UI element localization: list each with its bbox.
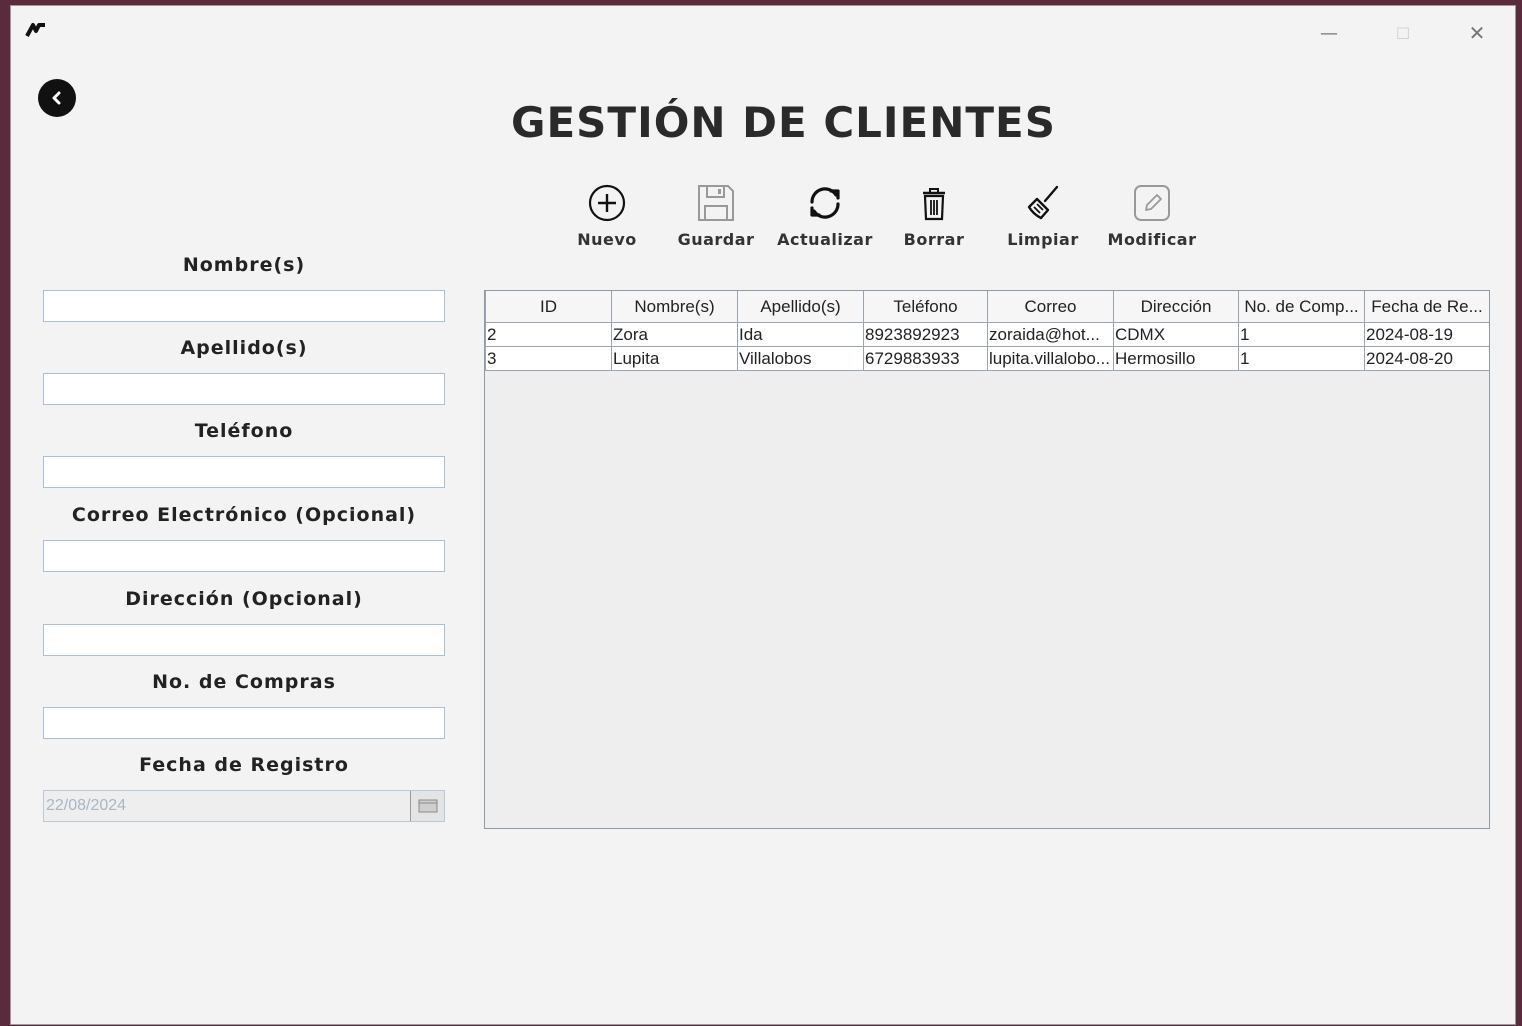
fecha-date-picker[interactable]: 22/08/2024 (43, 790, 445, 822)
table-cell: 1 (1238, 346, 1365, 371)
column-header-fecha[interactable]: Fecha de Re... (1364, 291, 1489, 323)
app-window: — ☐ ✕ GESTIÓN DE CLIENTES Nuevo Guardar … (10, 5, 1516, 1025)
column-header-compras[interactable]: No. de Comp... (1238, 291, 1365, 323)
table-cell: 2 (485, 322, 612, 347)
telefono-input[interactable] (43, 456, 445, 488)
back-arrow-icon (52, 91, 61, 105)
app-logo-icon (25, 23, 45, 37)
borrar-label: Borrar (903, 230, 965, 249)
column-header-direccion[interactable]: Dirección (1113, 291, 1239, 323)
table-cell: Lupita (611, 346, 738, 371)
direccion-input[interactable] (43, 624, 445, 656)
minimize-icon: — (1320, 22, 1338, 44)
save-icon (698, 185, 734, 221)
nombre-label: Nombre(s) (182, 254, 306, 276)
column-header-nombre[interactable]: Nombre(s) (611, 291, 738, 323)
table-header-row: ID Nombre(s) Apellido(s) Teléfono Correo… (485, 291, 1489, 323)
nuevo-button[interactable]: Nuevo (559, 182, 655, 258)
modificar-button[interactable]: Modificar (1104, 182, 1200, 258)
table-cell: 6729883933 (863, 346, 988, 371)
actualizar-label: Actualizar (777, 230, 873, 249)
modificar-label: Modificar (1107, 230, 1197, 249)
edit-icon (1134, 185, 1170, 221)
compras-input[interactable] (43, 707, 445, 739)
calendar-icon (418, 799, 437, 813)
fecha-label: Fecha de Registro (139, 754, 349, 776)
close-button[interactable]: ✕ (1457, 18, 1497, 48)
minimize-button[interactable]: — (1309, 18, 1349, 48)
maximize-button[interactable]: ☐ (1383, 18, 1423, 48)
correo-input[interactable] (43, 540, 445, 572)
close-icon: ✕ (1468, 21, 1486, 45)
clients-table[interactable]: ID Nombre(s) Apellido(s) Teléfono Correo… (484, 290, 1490, 829)
trash-icon (923, 188, 945, 221)
direccion-label: Dirección (Opcional) (125, 588, 363, 610)
correo-label: Correo Electrónico (Opcional) (71, 504, 417, 526)
column-header-id[interactable]: ID (485, 291, 612, 323)
table-cell: zoraida@hot... (987, 322, 1114, 347)
column-header-apellido[interactable]: Apellido(s) (737, 291, 864, 323)
table-cell: CDMX (1113, 322, 1239, 347)
table-cell: Ida (737, 322, 864, 347)
table-cell: lupita.villalobo... (987, 346, 1114, 371)
page-title: GESTIÓN DE CLIENTES (511, 98, 1056, 147)
guardar-label: Guardar (677, 230, 755, 249)
limpiar-label: Limpiar (1007, 230, 1079, 249)
table-cell: 2024-08-19 (1364, 322, 1489, 347)
table-cell: 1 (1238, 322, 1365, 347)
column-header-correo[interactable]: Correo (987, 291, 1114, 323)
broom-icon (1027, 185, 1059, 220)
guardar-button[interactable]: Guardar (668, 182, 764, 258)
table-cell: 3 (485, 346, 612, 371)
table-row[interactable]: 2 Zora Ida 8923892923 zoraida@hot... CDM… (485, 322, 1489, 347)
refresh-icon (810, 187, 840, 219)
column-header-telefono[interactable]: Teléfono (863, 291, 988, 323)
borrar-button[interactable]: Borrar (886, 182, 982, 258)
maximize-icon: ☐ (1395, 23, 1411, 43)
actualizar-button[interactable]: Actualizar (777, 182, 873, 258)
apellido-input[interactable] (43, 373, 445, 405)
table-cell: 2024-08-20 (1364, 346, 1489, 371)
nombre-input[interactable] (43, 290, 445, 322)
table-cell: Zora (611, 322, 738, 347)
limpiar-button[interactable]: Limpiar (995, 182, 1091, 258)
calendar-button[interactable] (410, 791, 444, 821)
plus-circle-icon (588, 184, 626, 222)
nuevo-label: Nuevo (577, 230, 637, 249)
table-row[interactable]: 3 Lupita Villalobos 6729883933 lupita.vi… (485, 346, 1489, 371)
table-cell: Villalobos (737, 346, 864, 371)
fecha-value: 22/08/2024 (46, 797, 127, 814)
back-button[interactable] (38, 79, 76, 117)
compras-label: No. de Compras (152, 671, 336, 693)
table-cell: 8923892923 (863, 322, 988, 347)
telefono-label: Teléfono (194, 420, 294, 442)
table-cell: Hermosillo (1113, 346, 1239, 371)
apellido-label: Apellido(s) (180, 337, 308, 359)
